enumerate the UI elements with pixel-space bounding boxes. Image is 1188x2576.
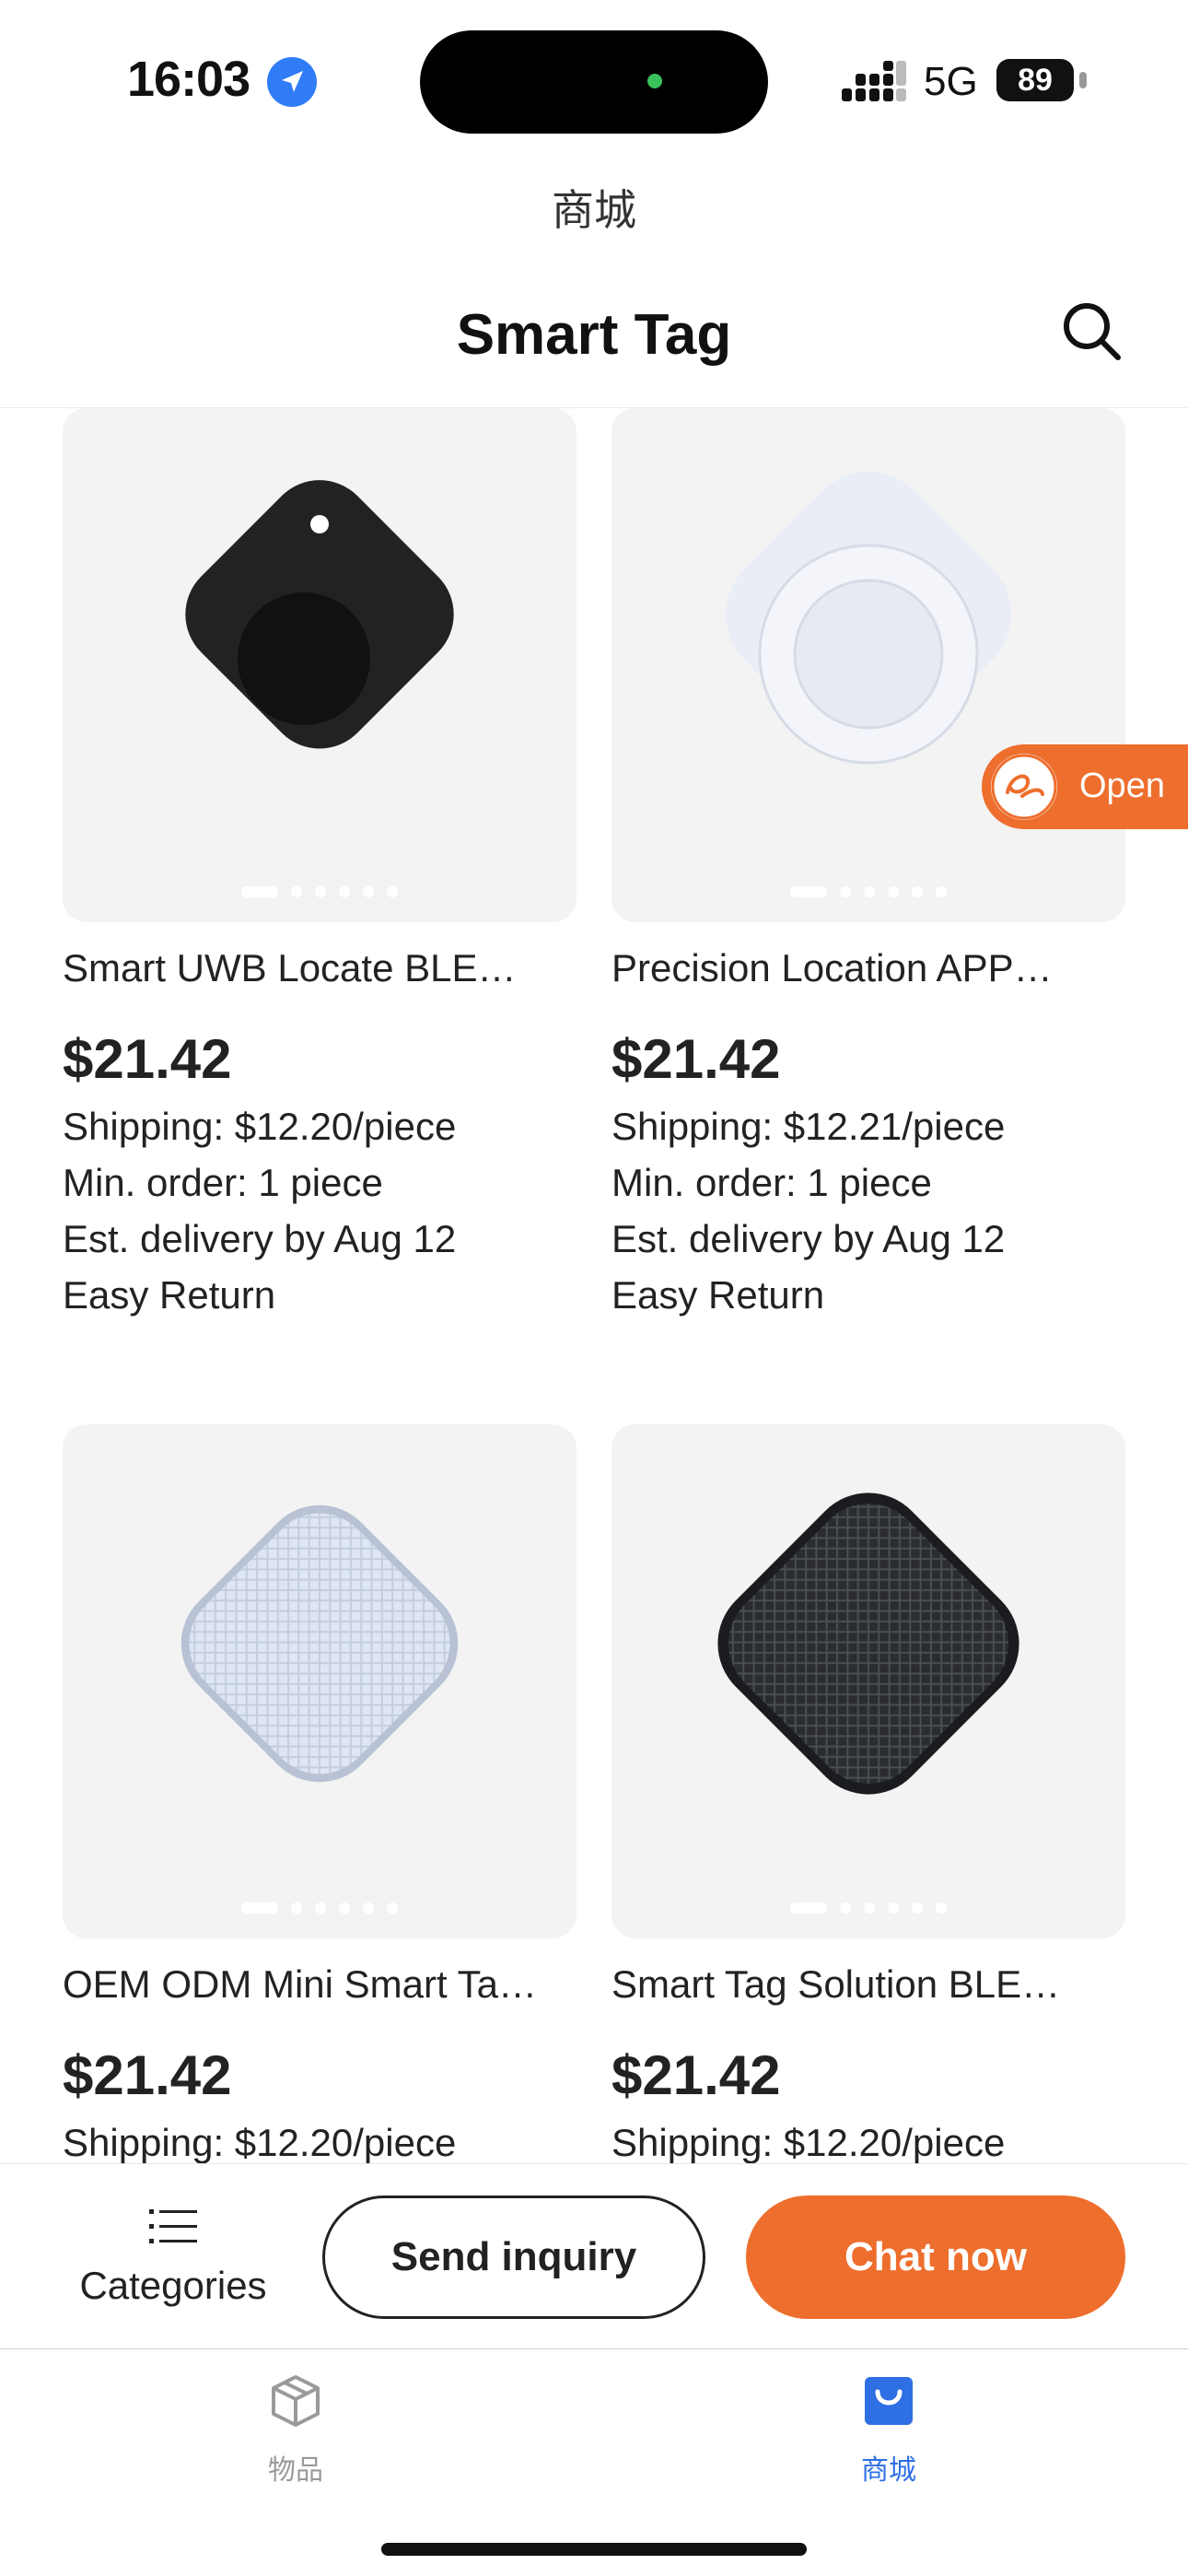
product-title[interactable]: OEM ODM Mini Smart Ta… xyxy=(63,1962,578,2007)
action-bar: Categories Send inquiry Chat now xyxy=(0,2163,1188,2350)
home-indicator xyxy=(381,2543,807,2556)
product-shipping: Shipping: $12.20/piece xyxy=(63,1105,457,1148)
dynamic-island xyxy=(420,30,768,134)
camera-indicator-dot xyxy=(647,74,662,88)
battery-cap xyxy=(1079,72,1087,88)
product-delivery: Est. delivery by Aug 12 xyxy=(611,1217,1006,1260)
product-price: $21.42 xyxy=(63,2044,232,2106)
send-inquiry-button[interactable]: Send inquiry xyxy=(322,2195,705,2319)
product-price: $21.42 xyxy=(611,1028,781,1090)
white-textured-tag-image xyxy=(181,1505,459,1783)
black-textured-tag-image xyxy=(717,1493,1019,1795)
product-returns: Easy Return xyxy=(611,1273,825,1317)
product-min-order: Min. order: 1 piece xyxy=(63,1161,383,1204)
categories-button[interactable]: Categories xyxy=(55,2207,285,2317)
open-app-badge[interactable]: Open xyxy=(982,744,1188,829)
mall-title: 商城 xyxy=(552,186,636,234)
image-carousel-dots xyxy=(611,1900,1125,1914)
image-carousel-dots xyxy=(611,884,1125,897)
product-returns: Easy Return xyxy=(63,1273,276,1317)
network-type: 5G xyxy=(924,59,978,104)
status-bar: 16:03 5G 89 xyxy=(0,0,1188,157)
list-icon xyxy=(149,2209,197,2243)
battery-level: 89 xyxy=(996,59,1074,101)
product-image[interactable] xyxy=(63,1424,577,1938)
battery-icon: 89 xyxy=(996,59,1087,101)
product-image[interactable] xyxy=(611,1424,1125,1938)
product-shipping: Shipping: $12.20/piece xyxy=(611,2121,1006,2163)
alibaba-logo-icon xyxy=(991,754,1057,820)
page-header: 商城 Smart Tag xyxy=(0,157,1188,408)
product-title[interactable]: Smart UWB Locate BLE… xyxy=(63,946,578,990)
product-image[interactable] xyxy=(611,408,1125,922)
tab-label: 商城 xyxy=(861,2455,916,2486)
product-min-order: Min. order: 1 piece xyxy=(611,1161,932,1204)
categories-label: Categories xyxy=(79,2264,267,2307)
tab-items[interactable]: 物品 xyxy=(194,2373,397,2502)
product-title[interactable]: Precision Location APP… xyxy=(611,946,1127,990)
open-label: Open xyxy=(1079,767,1165,805)
page-title: Smart Tag xyxy=(456,303,732,367)
chat-now-button[interactable]: Chat now xyxy=(746,2195,1125,2319)
tab-mall[interactable]: 商城 xyxy=(787,2373,990,2502)
image-carousel-dots xyxy=(63,884,577,897)
cellular-signal-icon xyxy=(842,61,906,101)
black-tag-image xyxy=(185,480,454,749)
white-tag-image xyxy=(726,471,1011,765)
product-price: $21.42 xyxy=(611,2044,781,2106)
product-delivery: Est. delivery by Aug 12 xyxy=(63,1217,457,1260)
product-price: $21.42 xyxy=(63,1028,232,1090)
product-shipping: Shipping: $12.20/piece xyxy=(63,2121,457,2163)
product-grid: Smart UWB Locate BLE… $21.42 Shipping: $… xyxy=(0,408,1188,2163)
product-image[interactable] xyxy=(63,408,577,922)
product-title[interactable]: Smart Tag Solution BLE… xyxy=(611,1962,1127,2007)
status-time: 16:03 xyxy=(127,52,250,107)
box-icon xyxy=(272,2375,320,2427)
location-arrow-icon xyxy=(267,57,317,107)
image-carousel-dots xyxy=(63,1900,577,1914)
product-shipping: Shipping: $12.21/piece xyxy=(611,1105,1006,1148)
tab-label: 物品 xyxy=(268,2455,323,2486)
search-icon[interactable] xyxy=(1057,297,1125,365)
shopping-bag-icon xyxy=(865,2377,913,2425)
